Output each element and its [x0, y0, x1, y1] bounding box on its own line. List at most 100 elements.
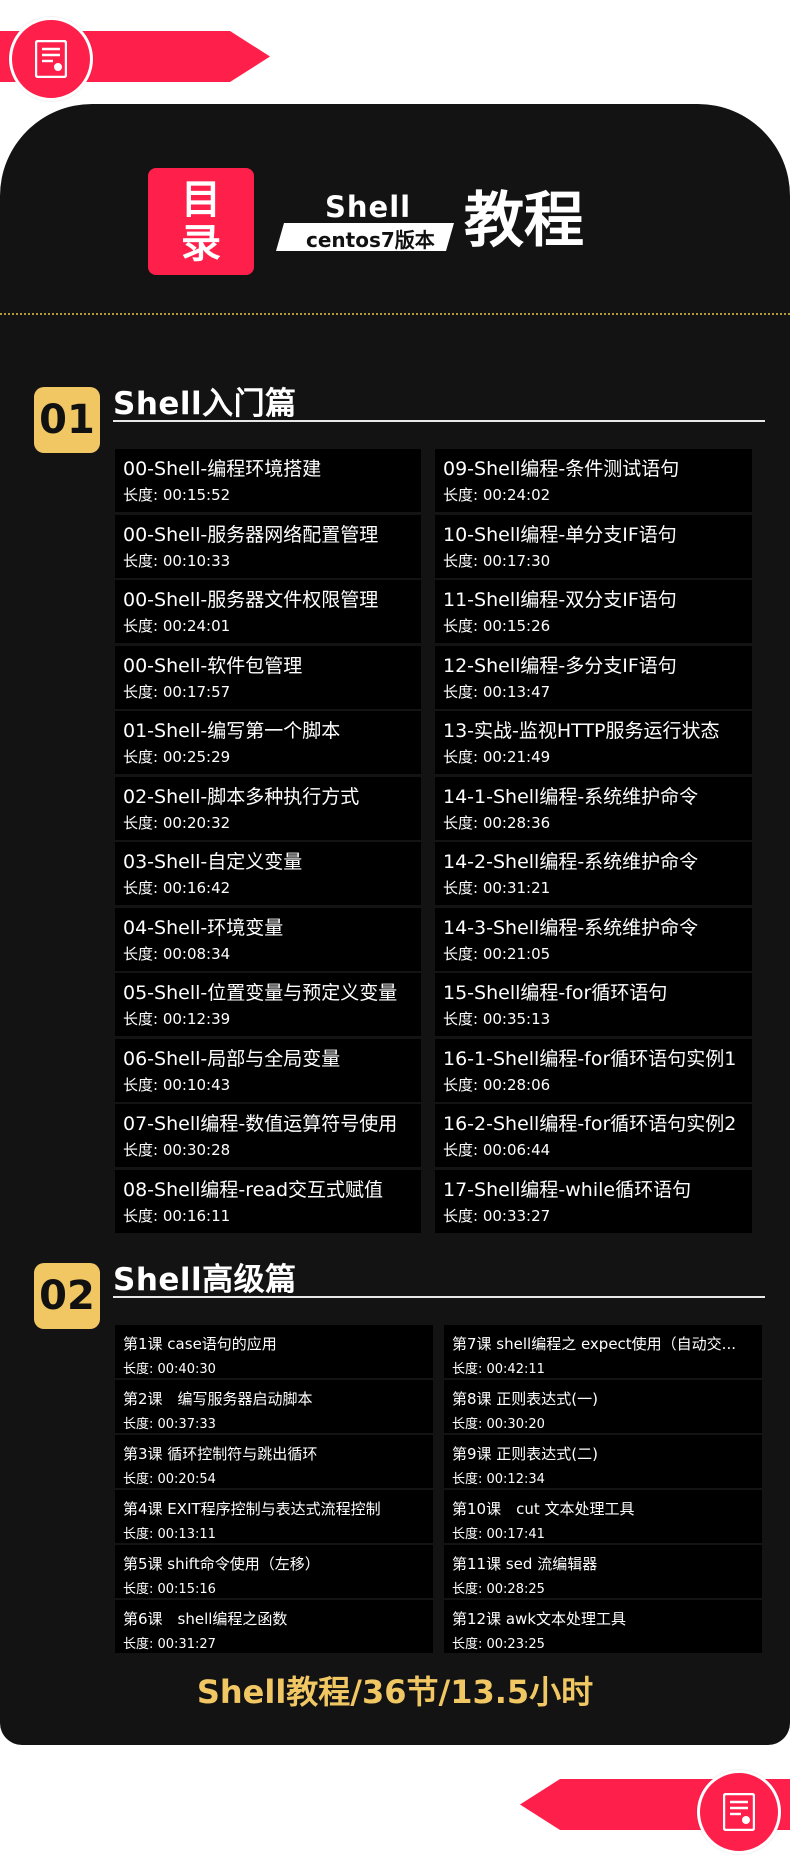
lesson-title: 第2课 编写服务器启动脚本 — [123, 1390, 313, 1408]
lesson-title: 第12课 awk文本处理工具 — [452, 1610, 627, 1628]
lesson-duration: 长度: 00:15:52 — [123, 486, 231, 504]
lesson-title: 11-Shell编程-双分支IF语句 — [443, 589, 677, 611]
lesson-duration: 长度: 00:30:20 — [452, 1417, 545, 1432]
lesson-item[interactable]: 01-Shell-编写第一个脚本长度: 00:25:29 — [115, 711, 421, 774]
lesson-item[interactable]: 00-Shell-编程环境搭建 长度: 00:15:52 — [115, 449, 421, 512]
lesson-title: 16-2-Shell编程-for循环语句实例2 — [443, 1113, 737, 1135]
lesson-title: 14-3-Shell编程-系统维护命令 — [443, 916, 699, 939]
lesson-duration: 长度: 00:40:30 — [123, 1362, 216, 1377]
lesson-title: 15-Shell编程-for循环语句 — [443, 982, 668, 1004]
lesson-duration: 长度: 00:35:13 — [443, 1010, 551, 1028]
lesson-item[interactable]: 14-1-Shell编程-系统维护命令 长度: 00:28:36 — [435, 776, 752, 840]
lesson-item[interactable]: 第1课 case语句的应用 长度: 00:40:30 — [115, 1325, 433, 1378]
lesson-duration: 长度: 00:06:44 — [443, 1141, 551, 1159]
lesson-item[interactable]: 03-Shell-自定义变量长度: 00:16:42 — [115, 842, 421, 905]
lesson-title: 00-Shell-服务器网络配置管理 — [123, 523, 379, 546]
lesson-duration: 长度: 00:12:39 — [123, 1010, 231, 1028]
lesson-duration: 长度: 00:10:33 — [123, 551, 231, 570]
lesson-title: 02-Shell-脚本多种执行方式 — [123, 785, 360, 808]
section-number: 01 — [34, 387, 100, 453]
lesson-title: 03-Shell-自定义变量 — [123, 851, 303, 873]
lesson-duration: 长度: 00:33:27 — [443, 1206, 551, 1225]
lesson-item[interactable]: 第6课 shell编程之函数 长度: 00:31:27 — [115, 1600, 433, 1653]
bottom-badge — [697, 1770, 781, 1854]
lesson-duration: 长度: 00:24:01 — [123, 617, 231, 635]
footer-summary: Shell教程/36节/13.5小时 — [196, 1673, 594, 1711]
lesson-item[interactable]: 第9课 正则表达式(二) 长度: 00:12:34 — [444, 1435, 762, 1488]
lesson-title: 09-Shell编程-条件测试语句 — [443, 458, 680, 480]
lesson-item[interactable]: 第2课 编写服务器启动脚本 长度: 00:37:33 — [115, 1380, 433, 1433]
lesson-item[interactable]: 16-1-Shell编程-for循环语句实例1 长度: 00:28:06 — [435, 1038, 752, 1102]
lesson-item[interactable]: 12-Shell编程-多分支IF语句 长度: 00:13:47 — [435, 645, 752, 709]
lesson-duration: 长度: 00:15:26 — [443, 617, 551, 635]
lesson-item[interactable]: 09-Shell编程-条件测试语句长度: 00:24:02 — [435, 449, 752, 512]
lesson-duration: 长度: 00:24:02 — [443, 486, 551, 504]
lesson-duration: 长度: 00:30:28 — [123, 1141, 231, 1159]
lesson-duration: 长度: 00:42:11 — [452, 1362, 545, 1377]
lesson-duration: 长度: 00:25:29 — [123, 748, 231, 766]
lesson-duration: 长度: 00:20:32 — [123, 813, 231, 832]
lesson-item[interactable]: 11-Shell编程-双分支IF语句长度: 00:15:26 — [435, 580, 752, 643]
top-badge — [9, 17, 93, 101]
lesson-duration: 长度: 00:17:57 — [123, 682, 231, 701]
section-title: Shell高级篇 — [113, 1262, 297, 1298]
lesson-duration: 长度: 00:17:30 — [443, 551, 551, 570]
lesson-duration: 长度: 00:21:05 — [443, 944, 551, 963]
lesson-duration: 长度: 00:13:47 — [443, 682, 551, 701]
lesson-item[interactable]: 第5课 shift命令使用（左移） 长度: 00:15:16 — [115, 1545, 433, 1598]
lesson-item[interactable]: 16-2-Shell编程-for循环语句实例2 长度: 00:06:44 — [435, 1104, 752, 1167]
lesson-duration: 长度: 00:21:49 — [443, 748, 551, 766]
lesson-item[interactable]: 第10课 cut 文本处理工具 长度: 00:17:41 — [444, 1490, 762, 1543]
lesson-duration: 长度: 00:23:25 — [452, 1637, 545, 1652]
lesson-title: 00-Shell-服务器文件权限管理 — [123, 589, 379, 611]
lesson-item[interactable]: 17-Shell编程-while循环语句长度: 00:33:27 — [435, 1169, 752, 1233]
lesson-duration: 长度: 00:37:33 — [123, 1417, 216, 1432]
lesson-item[interactable]: 第3课 循环控制符与跳出循环 长度: 00:20:54 — [115, 1435, 433, 1488]
lesson-title: 08-Shell编程-read交互式赋值 — [123, 1178, 384, 1201]
lesson-item[interactable]: 05-Shell-位置变量与预定义变量长度: 00:12:39 — [115, 973, 421, 1036]
lesson-item[interactable]: 04-Shell-环境变量 长度: 00:08:34 — [115, 907, 421, 971]
lesson-title: 00-Shell-软件包管理 — [123, 654, 303, 677]
lesson-item[interactable]: 13-实战-监视HTTP服务运行状态长度: 00:21:49 — [435, 711, 752, 774]
lesson-duration: 长度: 00:13:11 — [123, 1527, 216, 1542]
lesson-item[interactable]: 第12课 awk文本处理工具 长度: 00:23:25 — [444, 1600, 762, 1653]
shell-word: Shell — [325, 190, 412, 224]
lesson-duration: 长度: 00:16:42 — [123, 879, 231, 897]
dotted-divider — [0, 313, 790, 315]
lesson-title: 第3课 循环控制符与跳出循环 — [123, 1445, 318, 1463]
lesson-item[interactable]: 第4课 EXIT程序控制与表达式流程控制 长度: 00:13:11 — [115, 1490, 433, 1543]
lesson-duration: 长度: 00:08:34 — [123, 944, 231, 963]
lesson-item[interactable]: 00-Shell-软件包管理长度: 00:17:57 — [115, 645, 421, 709]
lesson-title: 14-2-Shell编程-系统维护命令 — [443, 851, 699, 873]
lesson-item[interactable]: 14-3-Shell编程-系统维护命令长度: 00:21:05 — [435, 907, 752, 971]
certificate-icon — [35, 40, 67, 78]
lesson-duration: 长度: 00:10:43 — [123, 1075, 231, 1094]
lesson-item[interactable]: 00-Shell-服务器文件权限管理长度: 00:24:01 — [115, 580, 421, 643]
lesson-item[interactable]: 06-Shell-局部与全局变量 长度: 00:10:43 — [115, 1038, 421, 1102]
lesson-title: 第6课 shell编程之函数 — [123, 1610, 288, 1628]
lesson-title: 14-1-Shell编程-系统维护命令 — [443, 785, 699, 808]
section-number: 02 — [34, 1263, 100, 1329]
lesson-item[interactable]: 08-Shell编程-read交互式赋值长度: 00:16:11 — [115, 1169, 421, 1233]
lesson-title: 07-Shell编程-数值运算符号使用 — [123, 1113, 398, 1135]
lesson-title: 05-Shell-位置变量与预定义变量 — [123, 982, 398, 1004]
lesson-title: 01-Shell-编写第一个脚本 — [123, 720, 341, 742]
lesson-item[interactable]: 第11课 sed 流编辑器 长度: 00:28:25 — [444, 1545, 762, 1598]
lesson-duration: 长度: 00:12:34 — [452, 1472, 545, 1487]
lesson-item[interactable]: 第8课 正则表达式(一) 长度: 00:30:20 — [444, 1380, 762, 1433]
catalog-char-2: 录 — [181, 220, 221, 267]
lesson-duration: 长度: 00:28:25 — [452, 1582, 545, 1597]
lesson-item[interactable]: 02-Shell-脚本多种执行方式长度: 00:20:32 — [115, 776, 421, 840]
lesson-item[interactable]: 15-Shell编程-for循环语句长度: 00:35:13 — [435, 973, 752, 1036]
lesson-item[interactable]: 07-Shell编程-数值运算符号使用长度: 00:30:28 — [115, 1104, 421, 1167]
lesson-item[interactable]: 10-Shell编程-单分支IF语句 长度: 00:17:30 — [435, 514, 752, 578]
section-title: Shell入门篇 — [113, 386, 297, 422]
lesson-duration: 长度: 00:31:21 — [443, 879, 551, 897]
lesson-duration: 长度: 00:31:27 — [123, 1637, 216, 1652]
lesson-title: 17-Shell编程-while循环语句 — [443, 1178, 692, 1201]
lesson-title: 13-实战-监视HTTP服务运行状态 — [443, 720, 720, 742]
lesson-item[interactable]: 00-Shell-服务器网络配置管理长度: 00:10:33 — [115, 514, 421, 578]
lesson-duration: 长度: 00:16:11 — [123, 1206, 231, 1225]
lesson-item[interactable]: 第7课 shell编程之 expect使用（自动交... 长度: 00:42:11 — [444, 1325, 762, 1378]
lesson-item[interactable]: 14-2-Shell编程-系统维护命令长度: 00:31:21 — [435, 842, 752, 905]
